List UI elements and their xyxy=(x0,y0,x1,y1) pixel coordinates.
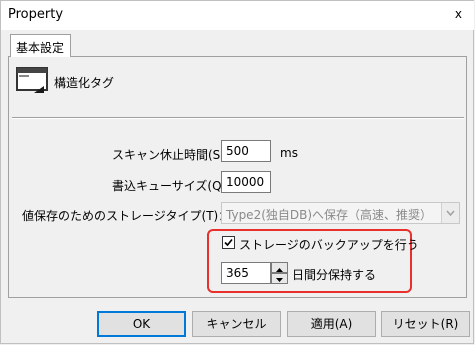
reset-button[interactable]: リセット(R) xyxy=(381,311,470,337)
backup-checkbox-label[interactable]: ストレージのバックアップを行う xyxy=(239,236,419,253)
storage-type-value: Type2(独自DB)へ保存（高速、推奨） xyxy=(226,208,433,222)
spin-up-button[interactable] xyxy=(271,262,288,273)
storage-type-label: 値保存のためのストレージタイプ(T)： xyxy=(22,209,231,223)
spin-down-button[interactable] xyxy=(271,273,288,284)
divider xyxy=(12,117,464,119)
dropdown-button[interactable] xyxy=(441,203,459,223)
section-title: 構造化タグ xyxy=(54,76,115,90)
ok-button[interactable]: OK xyxy=(97,311,186,337)
window-title: Property xyxy=(8,7,64,22)
backup-checkbox[interactable] xyxy=(222,236,235,249)
scan-pause-input[interactable]: 500 xyxy=(221,140,271,162)
retention-days-input[interactable]: 365 xyxy=(221,262,271,284)
window-tag-icon xyxy=(16,67,48,93)
cancel-button[interactable]: キャンセル xyxy=(192,311,281,337)
write-queue-input[interactable]: 10000 xyxy=(221,171,271,193)
arrow-down-icon xyxy=(276,278,283,282)
checkmark-icon xyxy=(224,238,233,247)
storage-type-select[interactable]: Type2(独自DB)へ保存（高速、推奨） xyxy=(221,202,460,224)
chevron-down-icon xyxy=(446,210,455,217)
close-button[interactable]: x xyxy=(455,7,462,21)
write-queue-label: 書込キューサイズ(Q)： xyxy=(112,179,239,193)
title-bar: Property x xyxy=(1,1,474,30)
scan-pause-label: スキャン休止時間(S)： xyxy=(112,148,237,162)
retention-days-label: 日間分保持する xyxy=(292,268,377,282)
apply-button[interactable]: 適用(A) xyxy=(287,311,376,337)
tab-label: 基本設定 xyxy=(16,41,65,55)
tab-basic-settings[interactable]: 基本設定 xyxy=(10,34,71,57)
scan-pause-unit: ms xyxy=(280,146,298,160)
